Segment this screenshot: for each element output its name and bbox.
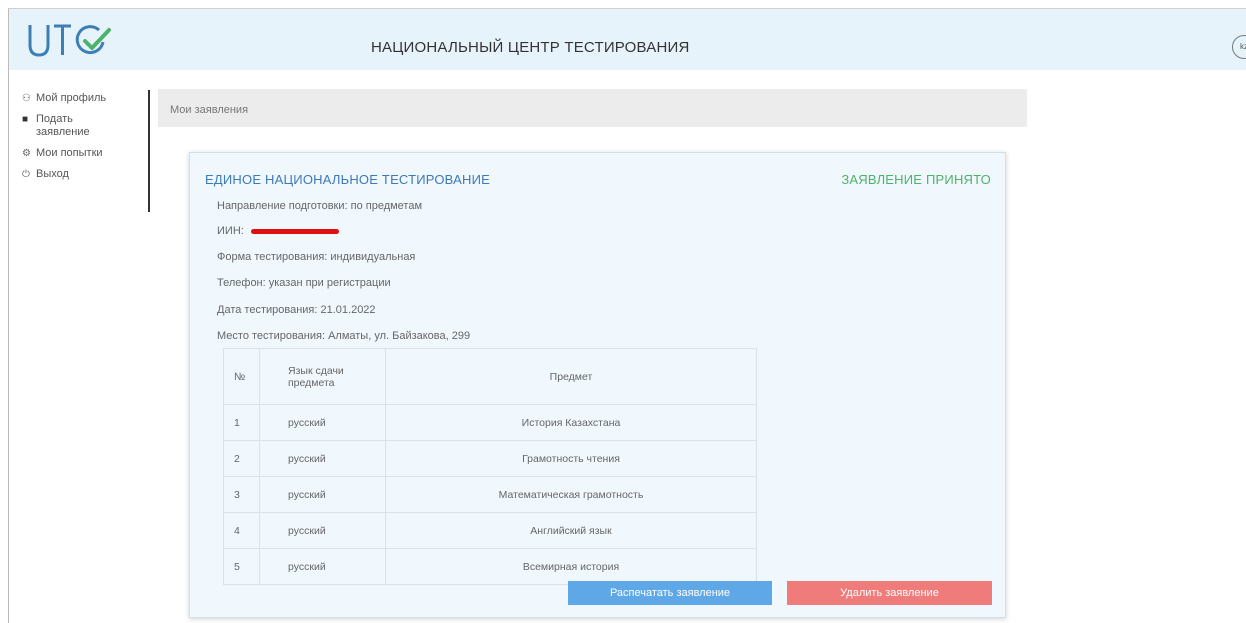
table-row: 4 русский Английский язык xyxy=(223,512,757,549)
sidebar-item-attempts[interactable]: ⚙ Мои попытки xyxy=(22,147,148,160)
top-header: НАЦИОНАЛЬНЫЙ ЦЕНТР ТЕСТИРОВАНИЯ kz xyxy=(9,9,1246,70)
iin-label: ИИН: xyxy=(217,225,244,237)
language-switch-button[interactable]: kz xyxy=(1232,35,1246,59)
iin-redacted xyxy=(250,228,339,234)
sidebar-item-label: Подать заявление xyxy=(36,113,90,138)
table-row: 3 русский Математическая грамотность xyxy=(223,476,757,513)
column-header-language: Язык сдачи предмета xyxy=(259,348,386,405)
column-header-subject: Предмет xyxy=(385,348,757,405)
sidebar-item-label: Мои попытки xyxy=(36,147,103,159)
info-iin: ИИН: xyxy=(217,225,339,237)
cell-subject: Математическая грамотность xyxy=(385,476,757,513)
subjects-table: № Язык сдачи предмета Предмет 1 русский … xyxy=(223,348,757,585)
cell-language: русский xyxy=(259,440,386,477)
info-profile: Направление подготовки: по предметам xyxy=(217,200,423,212)
breadcrumb: Мои заявления xyxy=(158,89,1027,127)
info-phone: Телефон: указан при регистрации xyxy=(217,277,391,289)
cell-subject: Грамотность чтения xyxy=(385,440,757,477)
sidebar-divider xyxy=(148,90,150,212)
cell-number: 5 xyxy=(223,548,260,585)
table-header-row: № Язык сдачи предмета Предмет xyxy=(223,348,757,405)
cell-language: русский xyxy=(259,548,386,585)
info-date: Дата тестирования: 21.01.2022 xyxy=(217,304,376,316)
info-form: Форма тестирования: индивидуальная xyxy=(217,251,416,263)
print-application-button[interactable]: Распечатать заявление xyxy=(568,581,772,605)
cell-language: русский xyxy=(259,512,386,549)
sidebar-item-logout[interactable]: ⏻ Выход xyxy=(22,168,148,181)
cell-number: 3 xyxy=(223,476,260,513)
table-row: 2 русский Грамотность чтения xyxy=(223,440,757,477)
table-row: 1 русский История Казахстана xyxy=(223,404,757,441)
settings-icon: ⚙ xyxy=(22,148,31,159)
sidebar-item-label: Мой профиль xyxy=(36,92,107,104)
delete-application-button[interactable]: Удалить заявление xyxy=(787,581,992,605)
site-title: НАЦИОНАЛЬНЫЙ ЦЕНТР ТЕСТИРОВАНИЯ xyxy=(371,39,690,56)
cell-subject: История Казахстана xyxy=(385,404,757,441)
sidebar-nav: ⚇ Мой профиль ■ Подать заявление ⚙ Мои п… xyxy=(22,92,148,189)
cell-language: русский xyxy=(259,476,386,513)
status-badge: ЗАЯВЛЕНИЕ ПРИНЯТО xyxy=(841,172,991,187)
logout-icon: ⏻ xyxy=(22,169,30,180)
column-header-number: № xyxy=(223,348,260,405)
table-row: 5 русский Всемирная история xyxy=(223,548,757,585)
cell-number: 1 xyxy=(223,404,260,441)
cell-number: 4 xyxy=(223,512,260,549)
cell-language: русский xyxy=(259,404,386,441)
document-icon: ■ xyxy=(22,114,29,125)
sidebar-item-profile[interactable]: ⚇ Мой профиль xyxy=(22,92,148,105)
application-card: ЕДИНОЕ НАЦИОНАЛЬНОЕ ТЕСТИРОВАНИЕ ЗАЯВЛЕН… xyxy=(189,152,1006,618)
info-place: Место тестирования: Алматы, ул. Байзаков… xyxy=(217,330,471,342)
exam-title: ЕДИНОЕ НАЦИОНАЛЬНОЕ ТЕСТИРОВАНИЕ xyxy=(205,172,490,187)
cell-number: 2 xyxy=(223,440,260,477)
site-logo[interactable] xyxy=(27,21,117,59)
sidebar-item-label: Выход xyxy=(36,168,69,180)
sidebar-item-apply[interactable]: ■ Подать заявление xyxy=(22,113,148,139)
cell-subject: Английский язык xyxy=(385,512,757,549)
user-icon: ⚇ xyxy=(22,93,31,104)
cell-subject: Всемирная история xyxy=(385,548,757,585)
